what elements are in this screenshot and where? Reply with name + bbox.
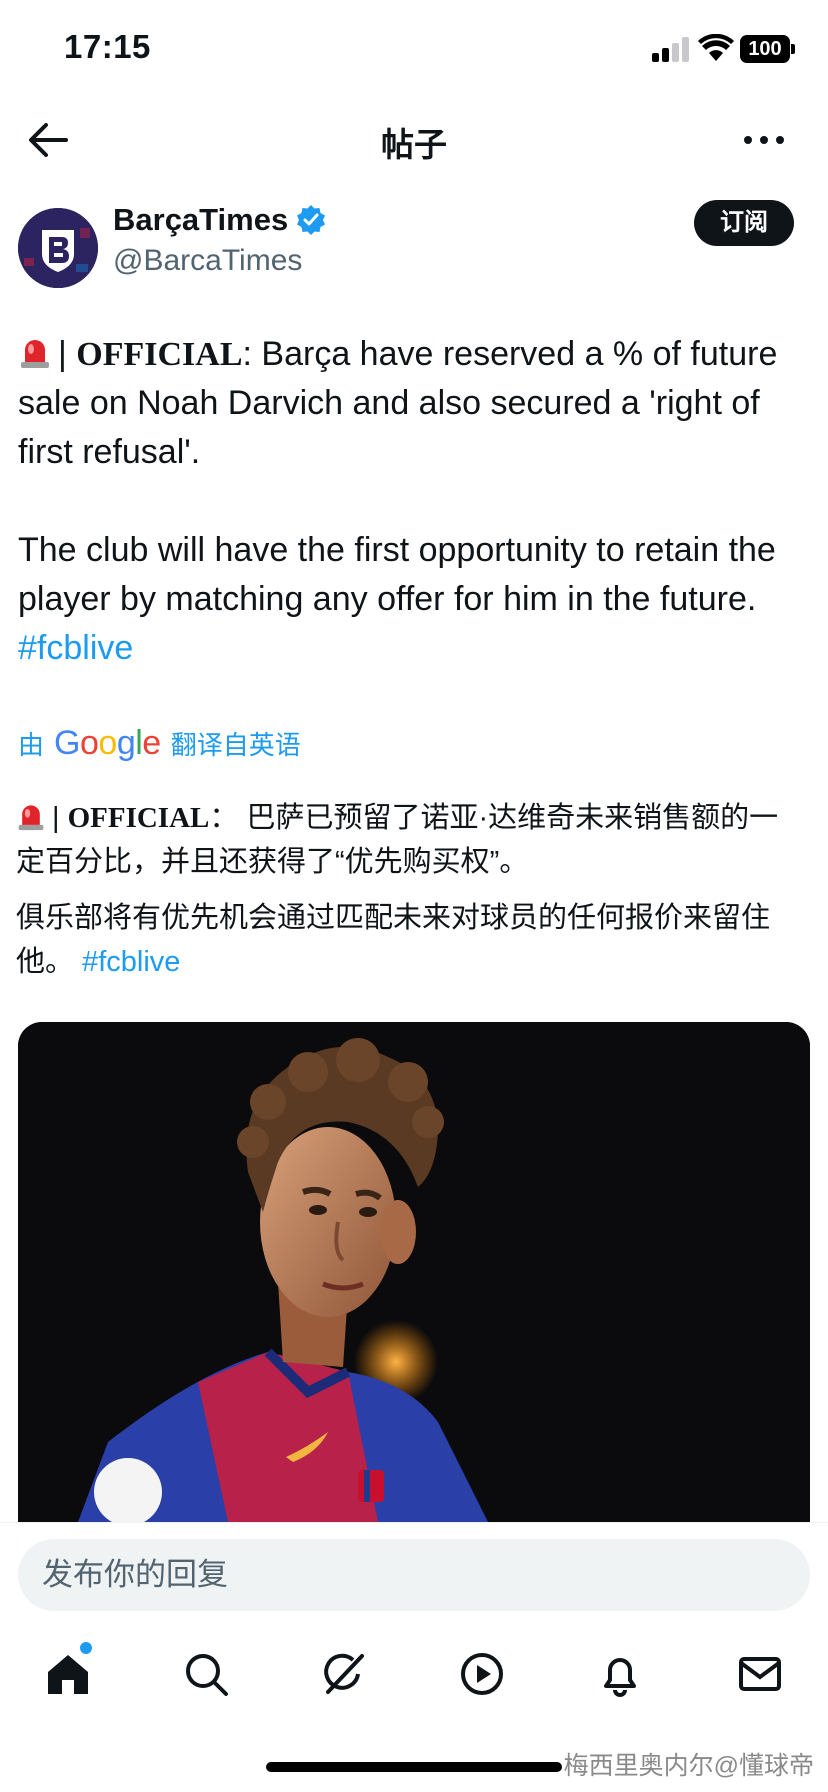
tweet-paragraph-2-text: The club will have the first opportunity… [18,531,776,618]
translated-hashtag-link[interactable]: #fcblive [82,946,180,978]
barcatimes-logo-icon [18,208,98,288]
status-bar: 17:15 100 [0,0,828,100]
tweet-paragraph-1: | OFFICIAL: Barça have reserved a % of f… [18,335,778,471]
tweet-media-photo[interactable] [18,1022,810,1522]
search-icon[interactable] [182,1650,230,1698]
page-title: 帖子 [381,126,447,163]
reply-input[interactable]: 发布你的回复 [18,1539,810,1611]
reply-bar: 发布你的回复 [0,1522,828,1642]
status-time: 17:15 [64,28,151,65]
translation-attribution[interactable]: 由 Google 翻译自英语 [18,724,301,763]
translated-text: | OFFICIAL： 巴萨已预留了诺亚·达维奇未来销售额的一定百分比，并且还获… [16,796,806,996]
watermark: 梅西里奥内尔@懂球帝 [563,1752,814,1780]
wifi-icon [698,34,734,61]
more-options-icon[interactable] [742,120,786,160]
hashtag-link[interactable]: #fcblive [18,629,133,667]
verified-badge-icon [297,205,326,235]
tab-bar [0,1640,828,1710]
author-name[interactable]: BarçaTimes [113,202,326,238]
mail-icon[interactable] [736,1650,784,1698]
translated-from-label: 翻译自英语 [170,730,301,760]
play-icon[interactable] [458,1650,506,1698]
google-logo-icon: Google [54,724,161,762]
home-notification-dot [80,1642,92,1654]
tweet-paragraph-2: The club will have the first opportunity… [18,526,808,673]
translated-paragraph-2: 俱乐部将有优先机会通过匹配未来对球员的任何报价来留住他。 #fcblive [16,896,806,984]
home-icon[interactable] [44,1650,92,1698]
player-photo [18,1022,810,1522]
battery-icon: 100 [740,35,796,63]
bell-icon[interactable] [596,1650,644,1698]
translated-paragraph-1: | OFFICIAL： 巴萨已预留了诺亚·达维奇未来销售额的一定百分比，并且还获… [16,802,779,878]
tweet-text: | OFFICIAL: Barça have reserved a % of f… [18,330,808,722]
translated-official-label: OFFICIAL [67,802,210,834]
cellular-signal-icon [652,36,692,62]
home-indicator [266,1762,562,1772]
siren-emoji-icon [21,340,49,368]
subscribe-button[interactable]: 订阅 [694,200,794,246]
nav-bar: 帖子 [0,100,828,180]
avatar[interactable] [18,208,98,288]
grok-icon[interactable] [320,1650,368,1698]
siren-emoji-icon [18,805,44,831]
official-label: OFFICIAL [76,336,243,373]
translated-by-label: 由 [18,730,45,760]
battery-level: 100 [740,35,790,63]
display-name-text: BarçaTimes [113,202,289,237]
author-handle[interactable]: @BarcaTimes [113,244,302,278]
